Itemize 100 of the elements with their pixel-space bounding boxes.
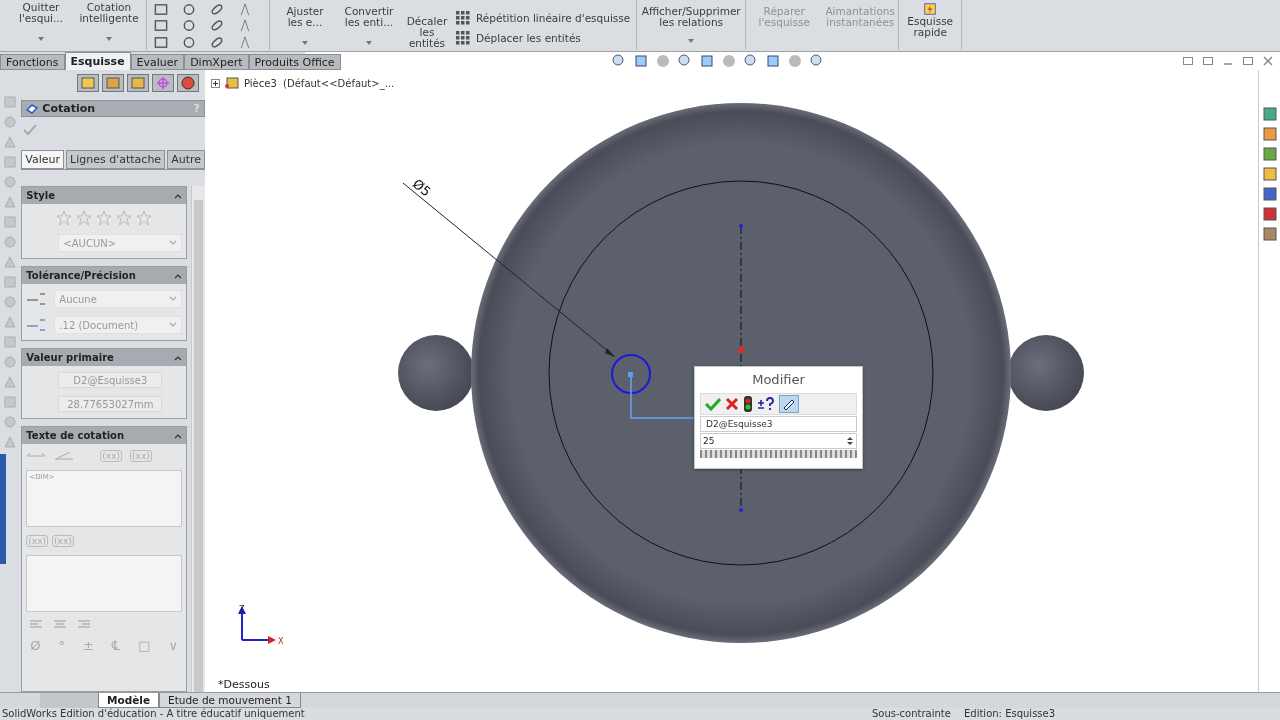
thumbwheel[interactable]	[700, 450, 857, 458]
selected-circle[interactable]	[611, 354, 651, 394]
star-icon[interactable]	[56, 210, 73, 226]
dimension-label[interactable]: Ø5	[409, 176, 434, 200]
ribbon-button[interactable]: Esquisse rapide	[905, 0, 956, 38]
model-tab[interactable]: Modèle	[98, 693, 160, 708]
command-tab[interactable]: Esquisse	[64, 52, 131, 70]
tree-item[interactable]: Pièce3 (Défaut<<Défaut>_...	[244, 77, 395, 89]
sketch-tool-icon[interactable]	[181, 18, 197, 34]
tool-icon[interactable]	[1, 274, 18, 290]
sketch-tool-icon[interactable]	[181, 2, 197, 17]
task-pane-icon[interactable]	[1261, 106, 1278, 122]
manager-tab-icon[interactable]	[127, 74, 150, 92]
sketch-tool-icon[interactable]	[153, 18, 169, 34]
task-pane-icon[interactable]	[1261, 226, 1278, 242]
tool-icon[interactable]	[1, 194, 18, 210]
manager-tab-icon[interactable]	[152, 74, 175, 92]
sketch-tool-icon[interactable]	[209, 2, 225, 17]
tool-icon[interactable]	[1, 134, 18, 150]
model-tab[interactable]: Etude de mouvement 1	[159, 693, 301, 708]
view-tool-icon[interactable]	[743, 53, 759, 69]
ribbon-button[interactable]: Afficher/Supprimer les relations	[643, 0, 740, 45]
tool-icon[interactable]	[1, 334, 18, 350]
sketch-tool-icon[interactable]	[153, 2, 169, 17]
panel-tab[interactable]: Valeur	[21, 150, 65, 169]
tool-icon[interactable]	[1, 354, 18, 370]
window-control-icon[interactable]	[1182, 55, 1194, 67]
view-tool-icon[interactable]	[721, 53, 737, 69]
view-tool-icon[interactable]	[787, 53, 803, 69]
close-icon[interactable]	[725, 397, 739, 411]
ribbon-button[interactable]: Ajuster les e...	[276, 0, 334, 47]
ribbon-button[interactable]: Cotation intelligente	[78, 0, 140, 43]
star-icon[interactable]	[96, 210, 113, 226]
tool-icon[interactable]	[1, 294, 18, 310]
ribbon-button[interactable]: Quitter l'esqui...	[10, 0, 72, 43]
view-tool-icon[interactable]	[677, 53, 693, 69]
collapse-icon[interactable]	[174, 272, 182, 279]
sketch-tool-icon[interactable]	[181, 34, 197, 50]
tolerance-help-icon[interactable]	[757, 396, 775, 412]
window-control-icon[interactable]	[1242, 55, 1254, 67]
sketch-tool-icon[interactable]	[153, 34, 169, 50]
window-control-icon[interactable]	[1262, 55, 1274, 67]
tool-icon[interactable]	[1, 434, 18, 450]
view-tool-icon[interactable]	[611, 53, 627, 69]
manager-tab-icon[interactable]	[177, 74, 200, 92]
traffic-light-icon[interactable]	[743, 396, 753, 412]
view-tool-icon[interactable]	[655, 53, 671, 69]
tool-icon[interactable]	[1, 374, 18, 390]
ribbon-button[interactable]: Convertir les enti...	[340, 0, 398, 47]
dimension-text-area[interactable]	[26, 555, 182, 612]
ribbon-button[interactable]: Décaler les entités	[404, 0, 450, 49]
check-icon[interactable]	[705, 397, 721, 411]
view-tool-icon[interactable]	[633, 53, 649, 69]
window-control-icon[interactable]	[1202, 55, 1214, 67]
tool-icon[interactable]	[1, 314, 18, 330]
align-icon[interactable]	[30, 620, 43, 630]
tool-icon[interactable]	[1, 94, 18, 110]
tool-icon[interactable]	[1, 254, 18, 270]
task-pane-icon[interactable]	[1261, 126, 1278, 142]
collapse-icon[interactable]	[174, 192, 182, 199]
manager-tab-icon[interactable]	[102, 74, 125, 92]
tool-icon[interactable]	[1, 174, 18, 190]
task-pane-icon[interactable]	[1261, 206, 1278, 222]
panel-tab[interactable]: Autre	[167, 150, 205, 169]
view-tool-icon[interactable]	[809, 53, 825, 69]
value-input[interactable]: 25	[700, 433, 857, 449]
checkmark-icon[interactable]	[23, 124, 38, 136]
arrows-icon[interactable]	[54, 451, 75, 461]
expand-icon[interactable]	[211, 78, 220, 88]
ribbon-command[interactable]: Déplacer les entités	[456, 30, 631, 46]
task-pane-icon[interactable]	[1261, 146, 1278, 162]
view-tool-icon[interactable]	[765, 53, 781, 69]
tool-icon[interactable]	[1, 214, 18, 230]
manager-tab-icon[interactable]	[77, 74, 100, 92]
command-tab[interactable]: DimXpert	[184, 54, 249, 70]
command-tab[interactable]: Produits Office	[248, 54, 341, 70]
collapse-icon[interactable]	[174, 354, 182, 361]
task-pane-icon[interactable]	[1261, 186, 1278, 202]
dimension-tool-icon[interactable]	[779, 395, 799, 413]
command-tab[interactable]: Fonctions	[0, 54, 65, 70]
tool-icon[interactable]	[1, 234, 18, 250]
align-icon[interactable]	[54, 620, 67, 630]
star-icon[interactable]	[136, 210, 153, 226]
panel-tab[interactable]: Lignes d'attache	[66, 150, 166, 169]
tool-icon[interactable]	[1, 114, 18, 130]
collapse-icon[interactable]	[174, 432, 182, 439]
align-icon[interactable]	[78, 620, 91, 630]
scrollbar[interactable]	[191, 186, 205, 692]
tool-icon[interactable]	[1, 154, 18, 170]
task-pane-icon[interactable]	[1261, 166, 1278, 182]
sketch-tool-icon[interactable]	[209, 34, 225, 50]
view-tool-icon[interactable]	[699, 53, 715, 69]
tool-icon[interactable]	[1, 414, 18, 430]
tool-icon[interactable]	[1, 394, 18, 410]
star-icon[interactable]	[116, 210, 133, 226]
dimension-name-field[interactable]: D2@Esquisse3	[700, 416, 857, 432]
command-tab[interactable]: Evaluer	[130, 54, 185, 70]
sketch-tool-icon[interactable]	[209, 18, 225, 34]
ribbon-command[interactable]: Répétition linéaire d'esquisse	[456, 10, 631, 26]
star-icon[interactable]	[76, 210, 93, 226]
